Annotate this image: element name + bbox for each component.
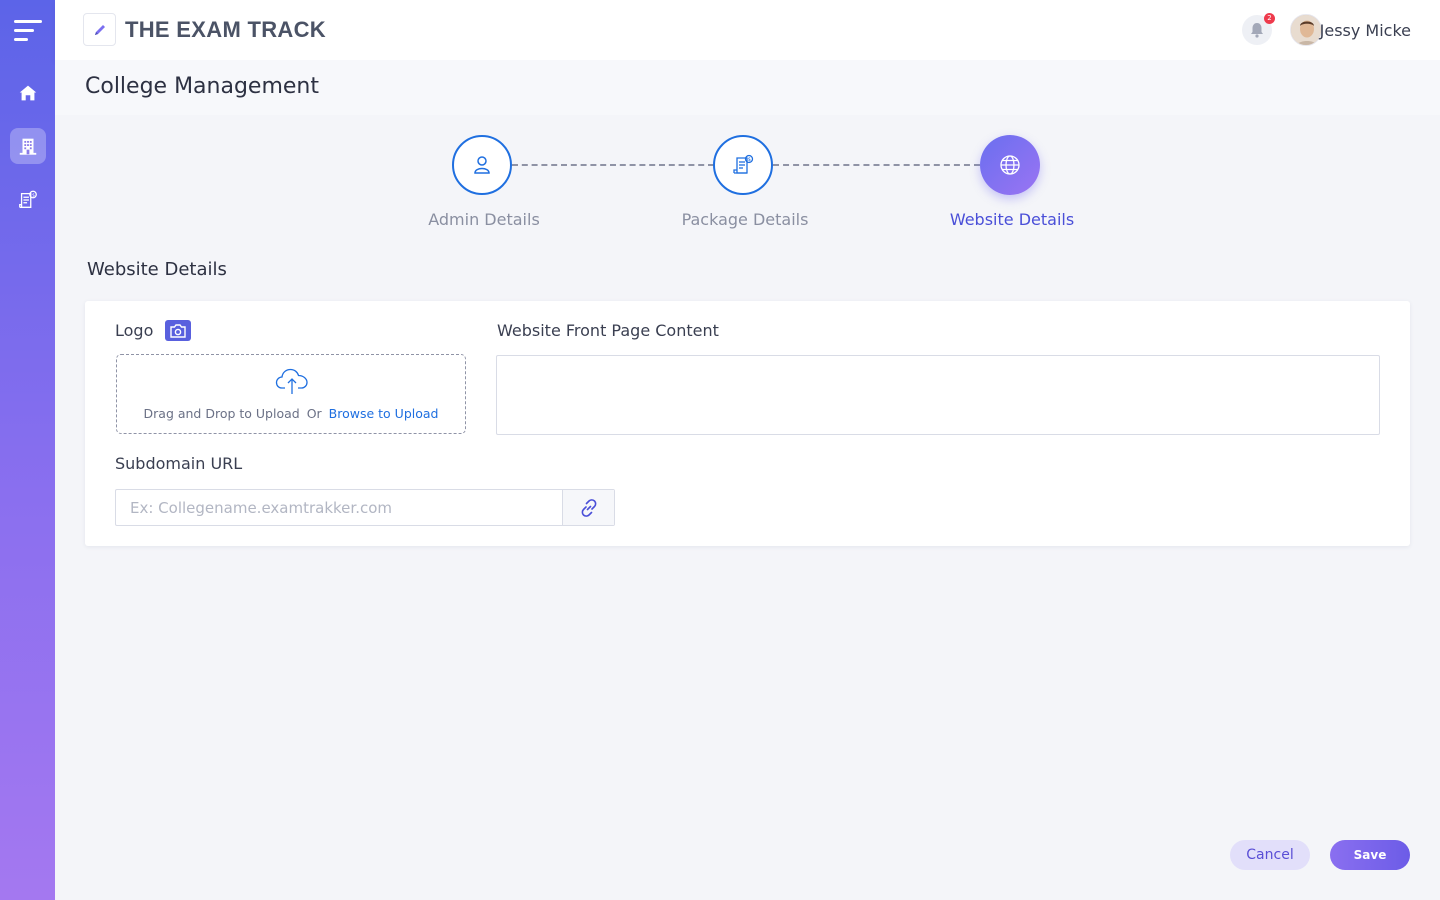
brand-name: THE EXAM TRACK xyxy=(125,17,326,42)
logo-label: Logo xyxy=(115,321,154,340)
app-logo xyxy=(83,13,116,46)
package-invoice-icon: $ xyxy=(733,154,754,174)
building-icon xyxy=(19,138,37,155)
user-name[interactable]: Jessy Micke xyxy=(1320,21,1411,40)
stepper: $ Admin Details Package Details Website … xyxy=(55,115,1440,245)
logo-camera-button[interactable] xyxy=(165,320,191,341)
step-website-details[interactable] xyxy=(980,135,1040,195)
globe-icon xyxy=(1000,155,1020,175)
step-label-package-details[interactable]: Package Details xyxy=(682,210,809,229)
section-title: Website Details xyxy=(87,259,227,280)
step-admin-details[interactable] xyxy=(452,135,512,195)
invoice-icon: $ xyxy=(19,190,37,208)
notification-badge: 2 xyxy=(1264,13,1275,24)
camera-icon xyxy=(170,323,186,338)
step-label-admin-details[interactable]: Admin Details xyxy=(428,210,540,229)
dropzone-or: Or xyxy=(306,406,322,421)
subdomain-link-button[interactable] xyxy=(562,490,614,525)
step-package-details[interactable]: $ xyxy=(713,135,773,195)
step-connector xyxy=(773,164,980,166)
subdomain-url-label: Subdomain URL xyxy=(115,454,243,473)
link-icon xyxy=(581,498,596,517)
svg-text:$: $ xyxy=(32,192,35,198)
avatar-image xyxy=(1291,15,1321,45)
front-page-content-label: Website Front Page Content xyxy=(497,321,719,340)
subdomain-url-input[interactable] xyxy=(116,490,562,525)
svg-text:$: $ xyxy=(748,157,751,163)
top-header: THE EXAM TRACK 2 Jessy Micke xyxy=(55,0,1440,60)
logo-dropzone[interactable]: Drag and Drop to Upload Or Browse to Upl… xyxy=(116,354,466,434)
sidebar-item-invoices[interactable]: $ xyxy=(10,182,46,218)
cancel-button[interactable]: Cancel xyxy=(1230,840,1310,870)
notifications-button[interactable]: 2 xyxy=(1242,13,1275,45)
step-label-website-details[interactable]: Website Details xyxy=(950,210,1074,229)
page-title: College Management xyxy=(85,74,319,99)
bell-icon xyxy=(1251,23,1263,38)
sidebar-item-college-management[interactable] xyxy=(10,128,46,164)
browse-upload-link[interactable]: Browse to Upload xyxy=(329,406,439,421)
subdomain-url-group xyxy=(115,489,615,526)
page-title-bar: College Management xyxy=(55,60,1440,115)
front-page-content-textarea[interactable] xyxy=(496,355,1380,435)
dropzone-text: Drag and Drop to Upload xyxy=(143,406,300,421)
menu-toggle-button[interactable] xyxy=(14,20,42,42)
user-avatar[interactable] xyxy=(1290,14,1322,46)
step-connector xyxy=(512,164,714,166)
pencil-icon xyxy=(94,24,105,35)
home-icon xyxy=(19,85,37,101)
cloud-upload-icon xyxy=(275,368,308,394)
save-button[interactable]: Save xyxy=(1330,840,1410,870)
website-details-card: Logo Drag and Drop to Upload Or Browse t… xyxy=(85,301,1410,546)
sidebar-item-home[interactable] xyxy=(10,75,46,111)
user-icon xyxy=(474,156,490,174)
sidebar: $ xyxy=(0,0,55,900)
